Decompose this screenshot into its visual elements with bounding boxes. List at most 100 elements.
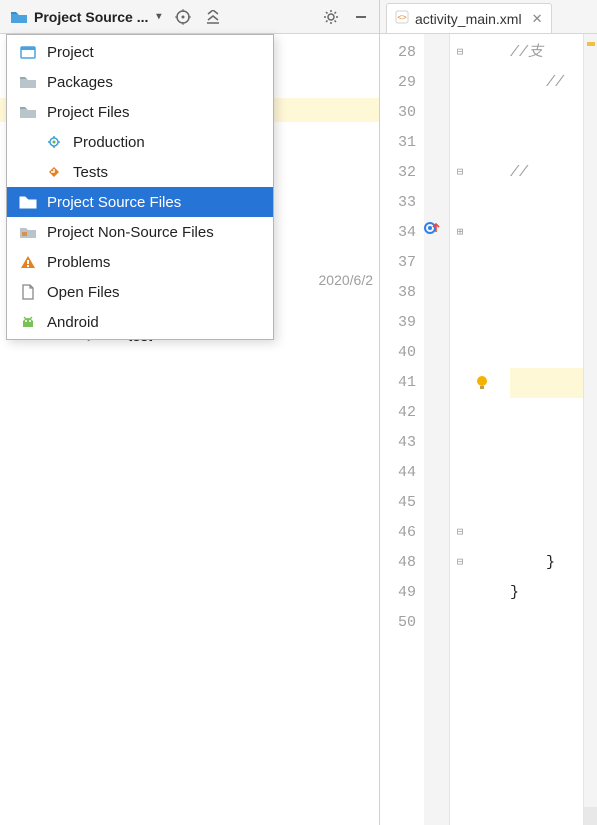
line-number: 31 <box>380 128 416 158</box>
gutter-mark <box>424 368 449 398</box>
dropdown-item-label: Project Files <box>47 104 130 121</box>
lightbulb-icon[interactable] <box>474 374 492 392</box>
fold-toggle[interactable]: ⊞ <box>450 218 470 248</box>
dropdown-item-project-files[interactable]: Project Files <box>7 97 273 127</box>
dropdown-item-open-files[interactable]: Open Files <box>7 277 273 307</box>
gutter-mark <box>424 188 449 218</box>
tests-icon <box>45 163 63 181</box>
fold-toggle <box>450 368 470 398</box>
code-line[interactable] <box>510 278 583 308</box>
code-line[interactable]: web1 <box>510 188 583 218</box>
fold-toggle <box>450 98 470 128</box>
xml-file-icon: <> <box>395 10 409 27</box>
fold-toggle <box>450 398 470 428</box>
code-line[interactable]: // <box>510 98 583 128</box>
stripe-marker[interactable] <box>587 42 595 46</box>
code-line[interactable]: web1 <box>510 218 583 248</box>
dropdown-item-project[interactable]: Project <box>7 37 273 67</box>
line-number: 41 <box>380 368 416 398</box>
code-line[interactable] <box>510 458 583 488</box>
fold-toggle[interactable]: ⊟ <box>450 518 470 548</box>
project-view-selector[interactable]: Project Source ... ▾ <box>4 3 167 31</box>
code-area[interactable]: //支 // we // //加// we web1 web1 }); }} <box>470 34 583 825</box>
line-number: 34 <box>380 218 416 248</box>
line-number: 28 <box>380 38 416 68</box>
gear-icon[interactable] <box>317 3 345 31</box>
dropdown-item-packages[interactable]: Packages <box>7 67 273 97</box>
gutter-mark <box>424 488 449 518</box>
folder-icon <box>19 103 37 121</box>
gutter-mark <box>424 278 449 308</box>
dropdown-item-label: Tests <box>73 164 108 181</box>
tab-activity-main[interactable]: <> activity_main.xml ✕ <box>386 3 552 33</box>
code-line[interactable] <box>510 338 583 368</box>
gutter-mark <box>424 338 449 368</box>
dropdown-item-production[interactable]: Production <box>7 127 273 157</box>
code-line[interactable]: // we <box>510 158 583 188</box>
dropdown-item-label: Project Source Files <box>47 194 181 211</box>
fold-toggle[interactable]: ⊟ <box>450 38 470 68</box>
gutter-mark <box>424 428 449 458</box>
code-line[interactable]: // we <box>510 68 583 98</box>
gutter-mark <box>424 68 449 98</box>
chevron-down-icon: ▾ <box>156 11 161 22</box>
close-icon[interactable]: ✕ <box>528 11 543 27</box>
line-number: 40 <box>380 338 416 368</box>
line-number: 46 <box>380 518 416 548</box>
code-line[interactable] <box>510 488 583 518</box>
dropdown-item-project-non-source-files[interactable]: Project Non-Source Files <box>7 217 273 247</box>
fold-toggle[interactable]: ⊟ <box>450 548 470 578</box>
code-line[interactable] <box>510 608 583 638</box>
fold-toggle[interactable]: ⊟ <box>450 158 470 188</box>
folder-icon <box>10 8 28 26</box>
project-icon <box>19 43 37 61</box>
line-number: 30 <box>380 98 416 128</box>
code-line[interactable] <box>510 398 583 428</box>
code-line[interactable] <box>510 308 583 338</box>
folder-icon <box>19 73 37 91</box>
marker-gutter <box>424 34 450 825</box>
tab-label: activity_main.xml <box>415 11 522 27</box>
fold-toggle <box>450 128 470 158</box>
folder-nonsrc-icon <box>19 223 37 241</box>
stripe-footer <box>584 807 597 825</box>
breakpoint-icon[interactable] <box>424 220 440 236</box>
line-number: 39 <box>380 308 416 338</box>
code-line[interactable] <box>510 428 583 458</box>
gutter-mark <box>424 518 449 548</box>
gutter-mark <box>424 458 449 488</box>
fold-gutter[interactable]: ⊟⊟⊞⊟⊟ <box>450 34 470 825</box>
dropdown-item-label: Problems <box>47 254 110 271</box>
android-icon <box>19 313 37 331</box>
dropdown-item-label: Packages <box>47 74 113 91</box>
code-line[interactable] <box>510 368 583 398</box>
collapse-all-icon[interactable] <box>199 3 227 31</box>
dropdown-item-tests[interactable]: Tests <box>7 157 273 187</box>
dropdown-item-label: Project <box>47 44 94 61</box>
gutter-mark <box>424 158 449 188</box>
locate-icon[interactable] <box>169 3 197 31</box>
fold-toggle <box>450 338 470 368</box>
line-number: 32 <box>380 158 416 188</box>
code-line[interactable] <box>510 248 583 278</box>
code-line[interactable]: //加 <box>510 128 583 158</box>
code-line[interactable]: } <box>510 548 583 578</box>
file-icon <box>19 283 37 301</box>
dropdown-item-android[interactable]: Android <box>7 307 273 337</box>
dropdown-item-project-source-files[interactable]: Project Source Files <box>7 187 273 217</box>
code-line[interactable]: //支 <box>510 38 583 68</box>
folder-icon <box>19 193 37 211</box>
gutter-mark <box>424 308 449 338</box>
gutter-mark <box>424 248 449 278</box>
dropdown-item-label: Android <box>47 314 99 331</box>
code-editor[interactable]: 2829303132333437383940414243444546484950… <box>380 34 597 825</box>
fold-toggle <box>450 578 470 608</box>
editor-pane: <> activity_main.xml ✕ 28293031323334373… <box>380 0 597 825</box>
code-line[interactable]: } <box>510 578 583 608</box>
error-stripe[interactable] <box>583 34 597 825</box>
gutter-mark <box>424 548 449 578</box>
minimize-icon[interactable] <box>347 3 375 31</box>
line-number: 48 <box>380 548 416 578</box>
code-line[interactable]: }); <box>510 518 583 548</box>
dropdown-item-problems[interactable]: Problems <box>7 247 273 277</box>
